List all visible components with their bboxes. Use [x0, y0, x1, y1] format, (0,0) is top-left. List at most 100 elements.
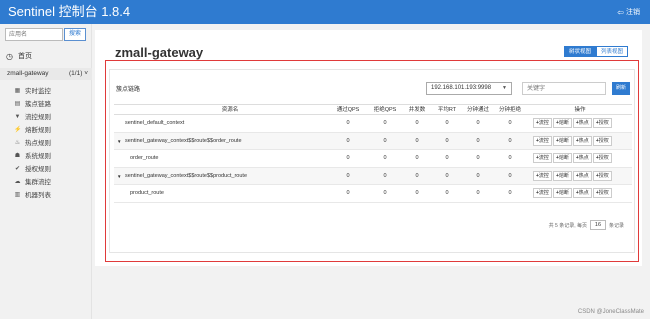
action-label: 流控 — [538, 137, 549, 144]
action-label: 授权 — [598, 172, 609, 179]
page-title: zmall-gateway — [115, 45, 204, 60]
table-row: sentinel_default_context 0 0 0 0 0 0 +流控 +熔断 +热点 +… — [114, 115, 632, 133]
rule-action-button[interactable]: +熔断 — [552, 135, 572, 146]
machine-select[interactable]: 192.168.101.193:9998 ▼ — [426, 82, 512, 95]
list-view-button[interactable]: 列表视图 — [596, 46, 629, 57]
refresh-button[interactable]: 刷新 — [612, 82, 630, 95]
expand-toggle-icon[interactable]: ▼ — [117, 133, 121, 150]
action-label: 流控 — [538, 190, 549, 196]
check-icon: ✔ — [14, 166, 21, 172]
logout-icon: ⇦ — [617, 7, 624, 17]
sidebar-item-label: 热点规则 — [25, 140, 51, 147]
rule-action-button[interactable]: +熔断 — [552, 170, 572, 181]
metric-cell: 0 — [445, 120, 449, 126]
sidebar: 搜索 ◷ 首页 zmall-gateway (1/1) ˅ ▦ 实时监控 ▤ 簇点链路… — [0, 24, 92, 319]
metric-cell: 0 — [383, 120, 387, 126]
rule-action-button[interactable]: +热点 — [572, 188, 592, 198]
sidebar-item[interactable]: ☗ 系统规则 — [0, 150, 92, 163]
page-size-input[interactable]: 16 — [589, 220, 606, 230]
rule-action-button[interactable]: +授权 — [592, 170, 612, 181]
rule-action-button[interactable]: +熔断 — [552, 118, 572, 128]
metric-cell: 0 — [508, 120, 512, 126]
resource-name: order_route — [130, 155, 159, 161]
sidebar-item[interactable]: ▤ 簇点链路 — [0, 98, 92, 111]
rule-action-button[interactable]: +授权 — [592, 135, 612, 146]
action-label: 流控 — [538, 155, 549, 161]
metric-cell: 0 — [445, 137, 449, 144]
sidebar-item[interactable]: ▦ 实时监控 — [0, 85, 92, 98]
rule-action-button[interactable]: +热点 — [572, 153, 592, 163]
list-icon: ▤ — [14, 101, 21, 107]
chart-icon: ▦ — [14, 88, 21, 94]
sidebar-item-label: 授权规则 — [25, 166, 51, 173]
rule-action-button[interactable]: +热点 — [572, 135, 592, 146]
table-row: order_route 0 0 0 0 0 0 +流控 +熔断 +热点 +授权 — [114, 150, 632, 168]
sidebar-item[interactable]: ▼ 流控规则 — [0, 111, 92, 124]
rule-action-button[interactable]: +熔断 — [552, 188, 572, 198]
sidebar-item[interactable]: ☁ 集群流控 — [0, 176, 92, 189]
metric-cell: 0 — [415, 172, 419, 179]
resource-name: sentinel_gateway_context$$route$$product… — [125, 172, 248, 179]
sidebar-item-label: 熔断规则 — [25, 127, 51, 134]
rule-action-button[interactable]: +热点 — [572, 170, 592, 181]
tree-view-button[interactable]: 树状视图 — [564, 46, 597, 57]
metric-cell: 0 — [476, 155, 480, 161]
metric-cell: 0 — [415, 155, 419, 161]
sidebar-item-home[interactable]: ◷ 首页 — [6, 51, 32, 61]
metric-cell: 0 — [415, 190, 419, 196]
logout-label: 注销 — [626, 9, 640, 16]
rule-action-button[interactable]: +流控 — [533, 118, 552, 128]
logout-button[interactable]: ⇦ 注销 — [617, 7, 640, 17]
metric-cell: 0 — [508, 190, 512, 196]
row-actions: +流控 +熔断 +热点 +授权 — [533, 135, 612, 146]
resource-name: sentinel_gateway_context$$route$$order_r… — [125, 137, 242, 144]
chevron-down-icon: ˅ — [84, 70, 88, 77]
rule-action-button[interactable]: +授权 — [592, 153, 612, 163]
metric-cell: 0 — [346, 137, 350, 144]
rule-action-button[interactable]: +流控 — [533, 153, 552, 163]
table-body: sentinel_default_context 0 0 0 0 0 0 +流控 +熔断 +热点 +… — [114, 115, 632, 203]
app-search-button[interactable]: 搜索 — [64, 28, 86, 41]
row-actions: +流控 +熔断 +热点 +授权 — [533, 188, 612, 198]
sidebar-item[interactable]: ⚡ 熔断规则 — [0, 124, 92, 137]
action-label: 热点 — [578, 190, 589, 196]
pagination: 共 5 条记录, 每页 16 条记录 — [549, 220, 624, 230]
metric-cell: 0 — [346, 172, 350, 179]
metric-cell: 0 — [476, 172, 480, 179]
fire-icon: ♨ — [14, 140, 21, 146]
app-search-input[interactable] — [5, 28, 63, 41]
rule-action-button[interactable]: +流控 — [533, 170, 552, 181]
rule-action-button[interactable]: +授权 — [592, 118, 612, 128]
rule-action-button[interactable]: +流控 — [533, 135, 552, 146]
view-toggle: 树状视图 列表视图 — [564, 46, 629, 57]
metric-cell: 0 — [415, 137, 419, 144]
caret-down-icon: ▼ — [502, 85, 507, 91]
action-label: 热点 — [578, 155, 589, 161]
sidebar-item-label: 实时监控 — [25, 88, 51, 95]
metric-cell: 0 — [346, 120, 350, 126]
table-row: product_route 0 0 0 0 0 0 +流控 +熔断 +热点 +授权 — [114, 185, 632, 203]
rule-action-button[interactable]: +熔断 — [552, 153, 572, 163]
sidebar-item[interactable]: ✔ 授权规则 — [0, 163, 92, 176]
row-actions: +流控 +熔断 +热点 +授权 — [533, 170, 612, 181]
app-title[interactable]: Sentinel 控制台 1.8.4 — [8, 4, 130, 20]
metric-cell: 0 — [508, 137, 512, 144]
metric-cell: 0 — [445, 172, 449, 179]
rule-action-button[interactable]: +流控 — [533, 188, 552, 198]
action-label: 热点 — [578, 120, 589, 126]
keyword-input[interactable] — [522, 82, 606, 95]
rule-action-button[interactable]: +热点 — [572, 118, 592, 128]
rule-action-button[interactable]: +授权 — [592, 188, 612, 198]
metric-cell: 0 — [476, 137, 480, 144]
sidebar-item[interactable]: ♨ 热点规则 — [0, 137, 92, 150]
sidebar-item[interactable]: ▥ 机器列表 — [0, 189, 92, 202]
app-entry[interactable]: zmall-gateway (1/1) ˅ — [0, 68, 92, 80]
metric-cell: 0 — [346, 190, 350, 196]
column-header: 分钟拒绝 — [498, 107, 521, 113]
expand-toggle-icon[interactable]: ▼ — [117, 168, 121, 185]
action-label: 授权 — [598, 120, 609, 126]
highlight-outline: 簇点链路 192.168.101.193:9998 ▼ 刷新 资源名通过QPS拒… — [105, 60, 639, 262]
metric-cell: 0 — [508, 172, 512, 179]
app-name: zmall-gateway — [7, 70, 49, 77]
action-label: 授权 — [598, 190, 609, 196]
